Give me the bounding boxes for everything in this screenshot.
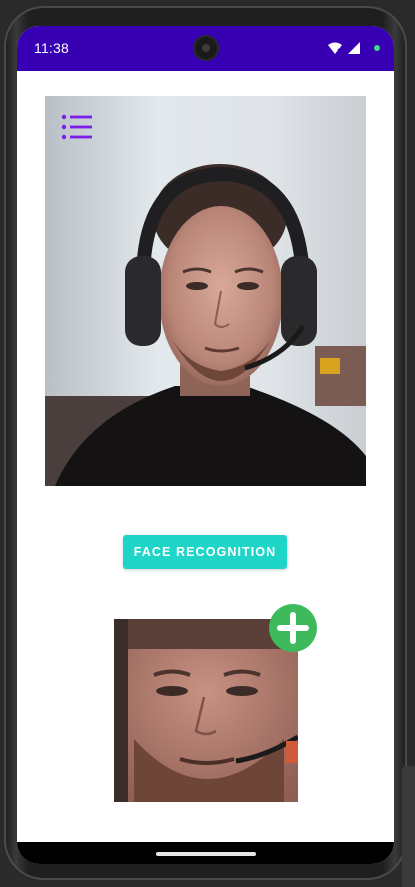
- home-gesture-pill[interactable]: [156, 852, 256, 856]
- camera-cutout: [195, 37, 217, 59]
- status-icons: [328, 41, 380, 55]
- background-window-edge: [402, 766, 415, 887]
- plus-icon: [269, 604, 317, 652]
- camera-feed-image: [45, 96, 366, 486]
- app-screen: 11:38 FACE RECOGNITION: [17, 26, 394, 864]
- face-recognition-button[interactable]: Face Recognition: [123, 535, 287, 569]
- wifi-icon: [328, 42, 342, 54]
- system-navigation-bar: [17, 842, 394, 864]
- face-recognition-button-label: Face Recognition: [133, 545, 277, 559]
- status-time: 11:38: [34, 40, 69, 56]
- notification-dot: [374, 45, 380, 51]
- camera-preview: [45, 96, 366, 486]
- list-icon: [61, 114, 92, 140]
- status-bar: 11:38: [17, 26, 394, 71]
- add-face-button[interactable]: [268, 604, 318, 652]
- menu-button[interactable]: [61, 114, 93, 142]
- signal-icon: [348, 42, 360, 54]
